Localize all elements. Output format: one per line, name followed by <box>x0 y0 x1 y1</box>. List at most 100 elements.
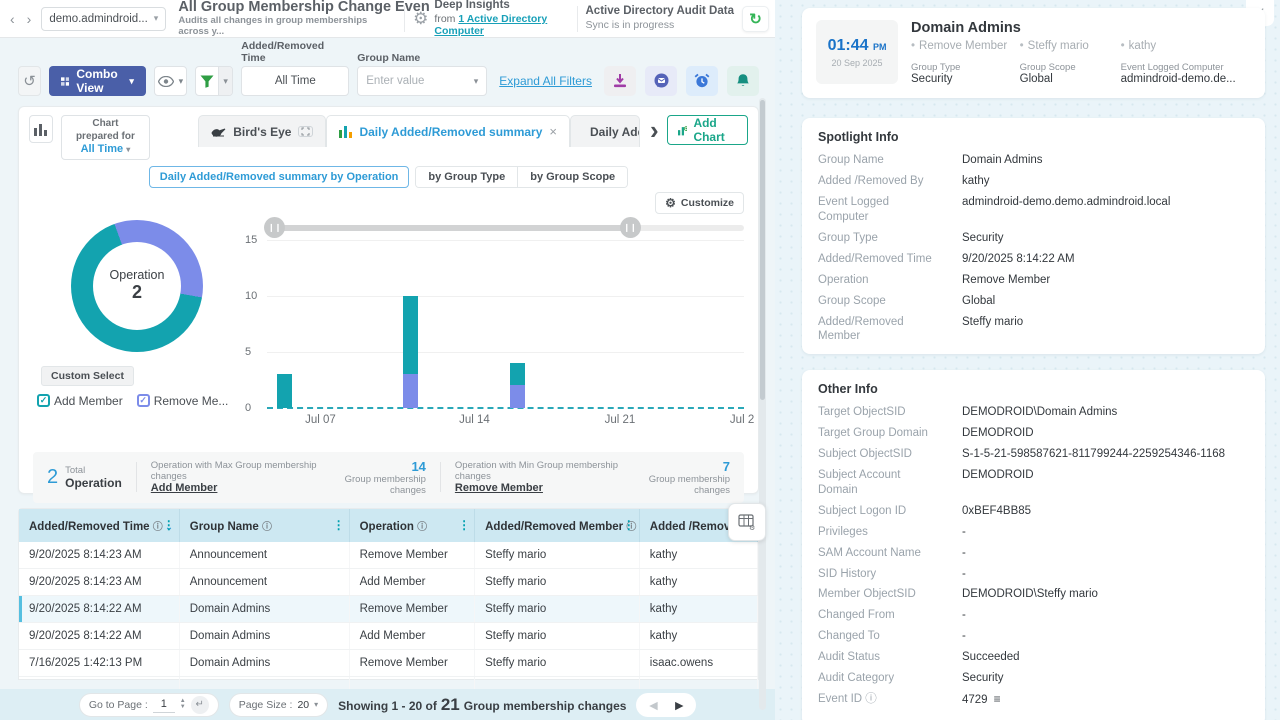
column-header-2[interactable]: Operation ⓘ⋮ <box>349 509 475 542</box>
next-page-icon[interactable]: ► <box>672 697 686 713</box>
other-row-3: Subject Account DomainDEMODROID <box>818 465 1249 501</box>
column-settings-button[interactable]: ⚙ <box>728 503 766 541</box>
field-label: Subject Logon ID <box>818 504 940 519</box>
subtab-0[interactable]: by Group Type <box>416 167 517 187</box>
legend-item-1[interactable]: ✓Remove Me... <box>137 394 229 408</box>
column-header-1[interactable]: Group Name ⓘ⋮ <box>179 509 349 542</box>
bar-Jul 11[interactable] <box>403 296 418 408</box>
other-row-5: Privileges- <box>818 522 1249 543</box>
refresh-button[interactable]: ↻ <box>742 6 769 32</box>
column-chart-icon <box>339 126 352 138</box>
table-row[interactable]: 9/20/2025 8:14:22 AMDomain AdminsRemove … <box>19 596 758 623</box>
spotlight-row-5: OperationRemove Member <box>818 270 1249 291</box>
column-settings-icon: ⚙ <box>738 514 756 530</box>
field-label: Added /Removed By <box>818 174 940 189</box>
reset-button[interactable]: ↺ <box>18 66 41 96</box>
bar-Jul 05[interactable] <box>277 374 292 408</box>
subtab-1[interactable]: by Group Scope <box>517 167 627 187</box>
filter-button[interactable]: ▾ <box>195 66 233 96</box>
table-row[interactable]: 9/20/2025 8:14:23 AMAnnouncementAdd Memb… <box>19 569 758 596</box>
column-menu-icon[interactable]: ⋮ <box>333 518 345 532</box>
time-filter-input[interactable]: All Time <box>241 66 349 96</box>
bar-segment-add <box>277 374 292 408</box>
column-menu-icon[interactable]: ⋮ <box>458 518 470 532</box>
field-label: Group Name <box>818 153 940 168</box>
chart-type-button[interactable] <box>29 115 53 143</box>
column-menu-icon[interactable]: ⋮ <box>163 518 175 532</box>
column-header-0[interactable]: Added/Removed Time ⓘ ⌄⋮ <box>19 509 179 542</box>
field-value: Security <box>962 231 1004 246</box>
download-button[interactable] <box>604 66 636 96</box>
slider-handle-left[interactable]: ❙❙ <box>264 217 285 238</box>
tab-birds-eye[interactable]: Bird's Eye <box>198 115 326 147</box>
field-value: admindroid-demo.demo.admindroid.local <box>962 195 1170 225</box>
alarm-button[interactable] <box>686 66 718 96</box>
bar-Jul 16[interactable] <box>510 363 525 408</box>
cell-2: Remove Member <box>349 542 475 569</box>
chart-prepared-for[interactable]: Chart prepared for All Time ▾ <box>61 115 151 160</box>
table-row[interactable]: 9/20/2025 8:14:22 AMDomain AdminsAdd Mem… <box>19 623 758 650</box>
table-row[interactable]: 7/16/2025 1:42:13 PMDomain AdminsRemove … <box>19 650 758 677</box>
field-label: Target ObjectSID <box>818 405 940 420</box>
nav-back-icon[interactable]: ‹ <box>8 11 17 27</box>
expand-all-filters-link[interactable]: Expand All Filters <box>499 74 592 88</box>
spotlight-row-6: Group ScopeGlobal <box>818 291 1249 312</box>
app-root: ‹ › demo.admindroid... ▾ All Group Membe… <box>0 0 1280 720</box>
close-tab-icon[interactable]: × <box>549 124 557 139</box>
goto-page-input[interactable] <box>153 697 175 713</box>
scrollbar[interactable] <box>759 98 766 710</box>
table-row[interactable]: 9/20/2025 8:14:23 AMAnnouncementRemove M… <box>19 542 758 569</box>
spotlight-info-title: Spotlight Info <box>818 130 1249 144</box>
view-options-button[interactable]: ▾ <box>154 66 187 96</box>
checkbox-icon[interactable]: ✓ <box>37 394 50 407</box>
field-value: DEMODROID <box>962 468 1034 498</box>
column-menu-icon[interactable]: ⋮ <box>623 518 635 532</box>
checkbox-icon[interactable]: ✓ <box>137 394 150 407</box>
legend-item-0[interactable]: ✓ Add Member <box>37 394 123 408</box>
tab-daily-added-removed-2[interactable]: Daily Added/Re <box>570 115 640 147</box>
tab-label: Daily Added/Removed summary <box>359 125 542 139</box>
slider-handle-right[interactable]: ❙❙ <box>620 217 641 238</box>
chat-button[interactable] <box>645 66 677 96</box>
tab-daily-added-removed-summary[interactable]: Daily Added/Removed summary × <box>326 115 570 147</box>
field-label: Event Logged Computer <box>1121 62 1251 73</box>
field-value: DEMODROID <box>962 426 1034 441</box>
nav-forward-icon[interactable]: › <box>25 11 34 27</box>
event-id-menu-icon[interactable]: ≡ <box>994 692 1001 706</box>
info-icon: ⓘ <box>153 522 163 533</box>
expand-icon[interactable] <box>298 126 313 137</box>
field-label: Audit Category <box>818 671 940 686</box>
divider <box>404 6 405 32</box>
field-label: Event ID ⓘ <box>818 692 940 708</box>
bar-plot-area[interactable]: 051015 <box>267 240 744 408</box>
operation-label: Operation <box>65 476 122 490</box>
group-name-select[interactable]: Enter value ▾ <box>357 66 487 96</box>
max-unit: Group membership changes <box>327 474 426 496</box>
add-chart-button[interactable]: Add Chart <box>667 115 748 145</box>
goto-page-submit-button[interactable]: ↵ <box>191 696 209 714</box>
customize-button[interactable]: ⚙ Customize <box>655 192 744 214</box>
page-size-control[interactable]: Page Size : 20 ▾ <box>229 693 328 717</box>
max-operation-link[interactable]: Add Member <box>151 482 319 494</box>
audit-data-block: Active Directory Audit Data Sync is in p… <box>586 5 734 31</box>
deep-insights-block: ⚙ Deep Insights from 1 Active Directory … <box>413 0 569 38</box>
operation-donut[interactable]: Operation 2 <box>71 220 203 352</box>
field-label: Member ObjectSID <box>818 587 940 602</box>
domain-selector[interactable]: demo.admindroid... ▾ <box>41 7 166 31</box>
prev-page-icon[interactable]: ◄ <box>646 697 660 713</box>
custom-select-button[interactable]: Custom Select <box>41 366 134 386</box>
notification-bell-button[interactable] <box>727 66 759 96</box>
cell-1: Domain Admins <box>179 623 349 650</box>
refresh-icon: ↻ <box>749 10 762 28</box>
column-header-3[interactable]: Added/Removed Member ⓘ⋮ <box>475 509 640 542</box>
slider-range[interactable] <box>274 225 629 231</box>
tabs-scroll-right-icon[interactable]: › <box>650 115 659 145</box>
field-label: Added/Removed Member <box>818 315 940 345</box>
subtab-by-operation[interactable]: Daily Added/Removed summary by Operation <box>149 166 410 188</box>
min-operation-link[interactable]: Remove Member <box>455 482 623 494</box>
legend-label: Add Member <box>54 394 123 408</box>
page-stepper[interactable]: ▲▼ <box>180 699 186 710</box>
cell-2: Add Member <box>349 623 475 650</box>
spotlight-row-7: Added/Removed MemberSteffy mario <box>818 312 1249 348</box>
combo-view-button[interactable]: Combo View ▾ <box>49 66 146 96</box>
